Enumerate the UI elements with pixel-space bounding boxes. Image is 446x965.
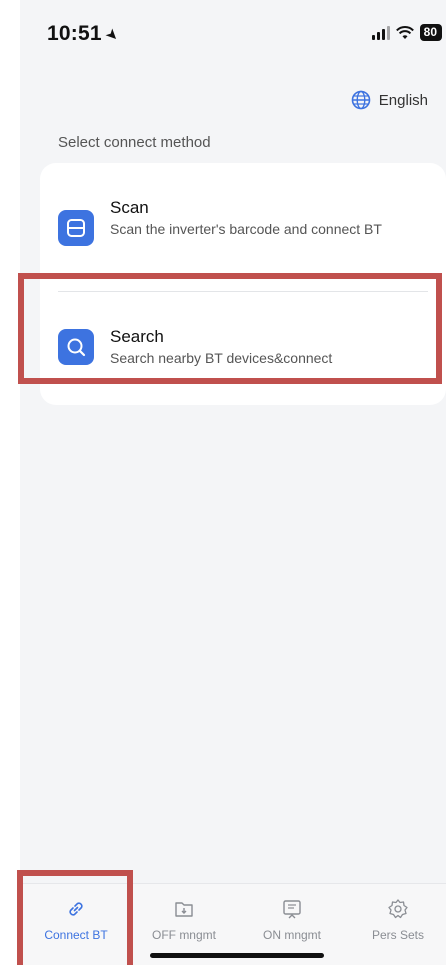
status-time: 10:51➤ — [47, 22, 122, 46]
home-indicator — [150, 953, 324, 958]
tab-on-mngmt-label: ON mngmt — [262, 928, 321, 942]
status-indicators: 80 — [371, 24, 442, 41]
search-highlight-box — [18, 273, 442, 384]
wifi-icon — [395, 25, 414, 39]
connect-bt-highlight-box — [17, 870, 133, 965]
globe-icon — [351, 90, 371, 110]
scan-icon — [58, 210, 94, 246]
status-time-text: 10:51 — [47, 22, 102, 45]
scan-option-text: Scan Scan the inverter's barcode and con… — [110, 198, 422, 237]
tab-off-mngmt[interactable]: OFF mngmt — [134, 898, 234, 942]
tab-on-mngmt[interactable]: ON mngmt — [242, 898, 342, 942]
battery-indicator: 80 — [419, 24, 442, 41]
tab-off-mngmt-label: OFF mngmt — [151, 928, 216, 942]
language-label: English — [378, 91, 428, 109]
folder-download-icon — [175, 902, 193, 917]
app-screen: 10:51➤ 80 English Select connect method — [0, 0, 446, 965]
language-selector[interactable]: English — [351, 90, 428, 110]
gear-icon — [388, 899, 408, 919]
tab-pers-sets[interactable]: Pers Sets — [348, 898, 446, 942]
upload-screen-icon — [283, 900, 301, 919]
section-title: Select connect method — [58, 134, 211, 151]
tab-pers-sets-label: Pers Sets — [371, 928, 425, 942]
scan-option-title: Scan — [110, 198, 149, 217]
signal-icon — [371, 25, 390, 40]
scan-option-description: Scan the inverter's barcode and connect … — [110, 221, 382, 237]
